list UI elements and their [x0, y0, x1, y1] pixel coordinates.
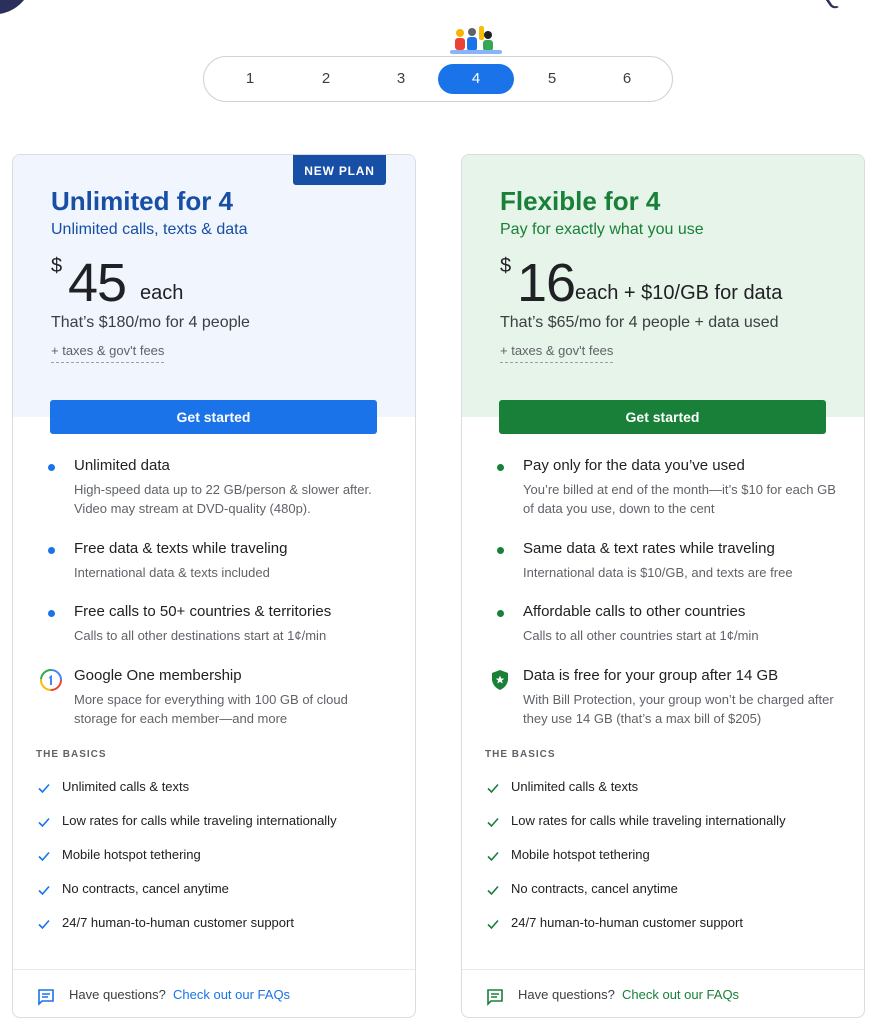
- chat-icon: [38, 989, 54, 1006]
- bullet-icon: [497, 547, 504, 554]
- check-icon: [38, 817, 50, 828]
- plan-title: Unlimited for 4: [51, 186, 234, 216]
- check-icon: [38, 919, 50, 930]
- family-size-option-2[interactable]: 2: [288, 64, 364, 94]
- price-each: each + $10/GB for data: [575, 282, 783, 304]
- decorative-corner-shape: [0, 0, 39, 19]
- feature-title: Same data & text rates while traveling: [523, 540, 775, 557]
- basics-item: 24/7 human-to-human customer support: [37, 915, 397, 935]
- family-size-option-4[interactable]: 4: [438, 64, 514, 94]
- basics-label: THE BASICS: [36, 749, 107, 760]
- basics-item: Mobile hotspot tethering: [486, 847, 846, 867]
- plan-card-flexible: Flexible for 4 Pay for exactly what you …: [461, 154, 865, 1018]
- basics-item-label: Mobile hotspot tethering: [511, 847, 650, 862]
- feature-description: International data is $10/GB, and texts …: [523, 565, 793, 580]
- check-icon: [38, 783, 50, 794]
- faq-link[interactable]: Check out our FAQs: [173, 987, 290, 1002]
- bullet-icon: [48, 547, 55, 554]
- feature-description: High-speed data up to 22 GB/person & slo…: [74, 482, 372, 516]
- feature-title: Free data & texts while traveling: [74, 540, 288, 557]
- basics-label: THE BASICS: [485, 749, 556, 760]
- feature-description: More space for everything with 100 GB of…: [74, 692, 348, 726]
- check-icon: [487, 885, 499, 896]
- plan-subtitle: Unlimited calls, texts & data: [51, 221, 248, 238]
- check-icon: [38, 851, 50, 862]
- bullet-icon: [497, 610, 504, 617]
- taxes-fees-link[interactable]: + taxes & gov't fees: [500, 343, 614, 363]
- family-size-option-1[interactable]: 1: [212, 64, 288, 94]
- new-plan-badge: NEW PLAN: [293, 155, 386, 185]
- basics-item-label: Low rates for calls while traveling inte…: [511, 813, 786, 828]
- footer-question: Have questions?: [518, 987, 615, 1002]
- basics-item: Mobile hotspot tethering: [37, 847, 397, 867]
- basics-item: No contracts, cancel anytime: [486, 881, 846, 901]
- price-amount: 45: [68, 253, 127, 313]
- basics-item-label: Mobile hotspot tethering: [62, 847, 201, 862]
- family-size-option-5[interactable]: 5: [514, 64, 590, 94]
- family-size-option-3[interactable]: 3: [363, 64, 439, 94]
- check-icon: [487, 817, 499, 828]
- basics-item: Unlimited calls & texts: [37, 779, 397, 799]
- basics-item-label: No contracts, cancel anytime: [511, 881, 678, 896]
- price-currency: $: [500, 255, 512, 277]
- basics-item-label: 24/7 human-to-human customer support: [62, 915, 294, 930]
- feature-description: With Bill Protection, your group won’t b…: [523, 692, 834, 726]
- card-footer: Have questions? Check out our FAQs: [13, 969, 415, 1017]
- monthly-total: That’s $180/mo for 4 people: [51, 314, 250, 331]
- plan-title: Flexible for 4: [500, 186, 661, 216]
- bullet-icon: [497, 464, 504, 471]
- get-started-button[interactable]: Get started: [50, 400, 377, 434]
- feature-description: Calls to all other countries start at 1¢…: [523, 628, 759, 643]
- get-started-button[interactable]: Get started: [499, 400, 826, 434]
- basics-item-label: 24/7 human-to-human customer support: [511, 915, 743, 930]
- card-footer: Have questions? Check out our FAQs: [462, 969, 864, 1017]
- feature-description: International data & texts included: [74, 565, 270, 580]
- price-currency: $: [51, 255, 63, 277]
- shield-icon: [492, 670, 508, 690]
- feature-title: Google One membership: [74, 667, 242, 684]
- feature-title: Free calls to 50+ countries & territorie…: [74, 603, 332, 620]
- taxes-fees-link[interactable]: + taxes & gov't fees: [51, 343, 165, 363]
- check-icon: [487, 783, 499, 794]
- basics-item: 24/7 human-to-human customer support: [486, 915, 846, 935]
- group-illustration: [450, 26, 502, 54]
- basics-item: Unlimited calls & texts: [486, 779, 846, 799]
- plan-subtitle: Pay for exactly what you use: [500, 221, 704, 238]
- google-one-icon: [40, 669, 62, 691]
- basics-item: Low rates for calls while traveling inte…: [37, 813, 397, 833]
- plan-card-unlimited: NEW PLAN Unlimited for 4 Unlimited calls…: [12, 154, 416, 1018]
- chat-icon: [487, 989, 503, 1006]
- bullet-icon: [48, 464, 55, 471]
- basics-item: Low rates for calls while traveling inte…: [486, 813, 846, 833]
- basics-item-label: Unlimited calls & texts: [511, 779, 639, 794]
- footer-question: Have questions?: [69, 987, 166, 1002]
- family-size-option-6[interactable]: 6: [589, 64, 665, 94]
- bullet-icon: [48, 610, 55, 617]
- monthly-total: That’s $65/mo for 4 people + data used: [500, 314, 779, 331]
- feature-description: You’re billed at end of the month—it’s $…: [523, 482, 836, 516]
- feature-description: Calls to all other destinations start at…: [74, 628, 327, 643]
- faq-link[interactable]: Check out our FAQs: [622, 987, 739, 1002]
- decorative-corner-icon: [825, 0, 839, 9]
- price-amount: 16: [517, 253, 576, 313]
- feature-title: Pay only for the data you’ve used: [523, 457, 745, 474]
- price-each: each: [140, 282, 184, 304]
- feature-title: Affordable calls to other countries: [523, 603, 746, 620]
- feature-title: Unlimited data: [74, 457, 170, 474]
- check-icon: [38, 885, 50, 896]
- basics-item-label: Unlimited calls & texts: [62, 779, 190, 794]
- check-icon: [487, 919, 499, 930]
- basics-item-label: No contracts, cancel anytime: [62, 881, 229, 896]
- family-size-selector: 1 2 3 4 5 6: [203, 56, 673, 102]
- feature-title: Data is free for your group after 14 GB: [523, 667, 779, 684]
- check-icon: [487, 851, 499, 862]
- basics-item-label: Low rates for calls while traveling inte…: [62, 813, 337, 828]
- basics-item: No contracts, cancel anytime: [37, 881, 397, 901]
